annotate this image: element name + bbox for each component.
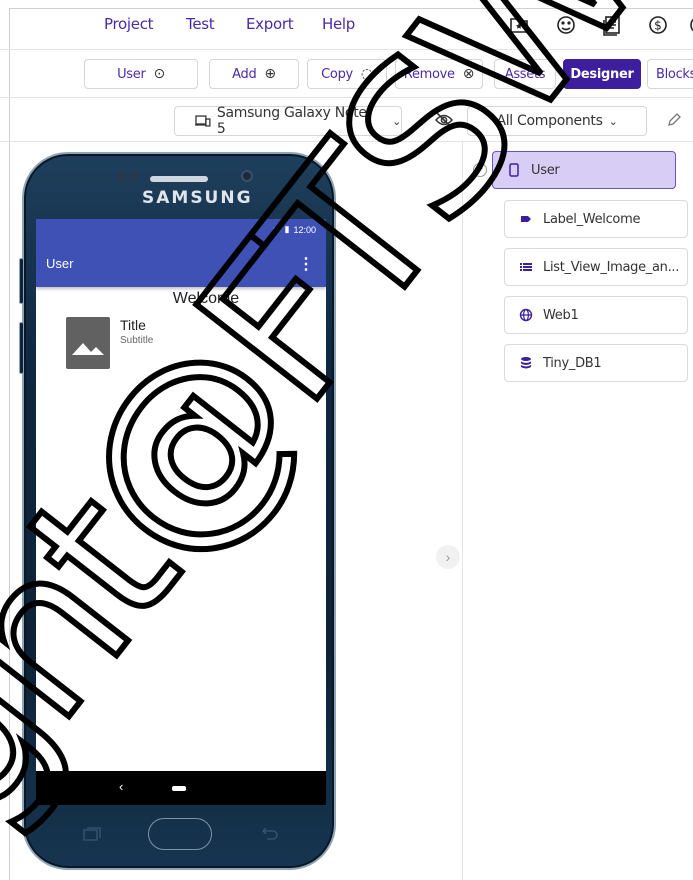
device-select-value: Samsung Galaxy Note 5: [216, 105, 367, 137]
phone-brand: SAMSUNG: [142, 188, 253, 208]
copy-screen-label: Copy: [321, 66, 353, 82]
tree-node-list-view[interactable]: List_View_Image_an...: [504, 248, 688, 286]
menu-test[interactable]: Test: [186, 15, 215, 33]
back-key-icon: [262, 827, 278, 840]
eye-off-icon[interactable]: [434, 110, 454, 130]
devices-icon: [195, 115, 211, 127]
volume-button: [19, 258, 24, 304]
copy-icon: ◌: [360, 66, 373, 82]
list-item-subtitle: Subtitle: [120, 335, 154, 346]
tree-node-user[interactable]: User: [492, 151, 676, 189]
label-welcome[interactable]: Welcome: [36, 290, 326, 308]
tree-collapse-icon[interactable]: −: [473, 163, 487, 177]
tree-node-tinydb1[interactable]: Tiny_DB1: [504, 344, 688, 382]
device-bar: Samsung Galaxy Note 5 ⌄ All Components ⌄: [0, 98, 693, 142]
assets-button[interactable]: Assets: [494, 59, 556, 89]
tree-node-label: Tiny_DB1: [543, 355, 602, 371]
tree-node-label: Label_Welcome: [543, 211, 641, 227]
user-screen-button[interactable]: User ⊙: [84, 59, 198, 89]
overflow-menu-icon: ⋮: [298, 255, 314, 273]
remove-screen-label: Remove: [403, 66, 455, 82]
list-item-title: Title: [120, 317, 146, 333]
guide-icon[interactable]: [601, 14, 623, 36]
add-screen-label: Add: [232, 66, 257, 82]
physical-home-button: [148, 818, 212, 850]
chevron-down-icon: ⌄: [608, 114, 618, 128]
label-icon: [521, 216, 531, 222]
menu-bar: Project Test Export Help $: [0, 0, 693, 50]
globe-icon: [519, 308, 533, 322]
svg-text:$: $: [654, 19, 662, 33]
android-nav-bar: ‹: [36, 771, 326, 805]
screen-title: User: [46, 256, 74, 271]
pencil-icon[interactable]: [666, 112, 682, 128]
components-filter-select[interactable]: All Components ⌄: [467, 106, 647, 136]
designer-button[interactable]: Designer: [563, 59, 641, 89]
image-placeholder-icon: [66, 317, 110, 369]
user-screen-label: User: [117, 66, 146, 82]
tree-node-web1[interactable]: Web1: [504, 296, 688, 334]
status-clock: 12:00: [293, 224, 316, 235]
import-folder-icon[interactable]: [508, 14, 530, 36]
menu-project[interactable]: Project: [104, 15, 154, 33]
chevron-down-icon: ⌄: [392, 114, 401, 128]
phone-icon: [509, 163, 519, 177]
tree-node-label: Web1: [543, 307, 579, 323]
app-title-bar: User ⋮: [36, 240, 326, 287]
battery-icon: ▮: [284, 224, 290, 234]
account-icon[interactable]: [688, 14, 693, 36]
tree-node-label: List_View_Image_an...: [543, 259, 680, 275]
speaker-grille: [150, 176, 208, 182]
list-icon: [520, 263, 532, 271]
remove-screen-button[interactable]: Remove ⊗: [395, 59, 483, 89]
volume-button: [19, 322, 24, 374]
plus-circle-icon: ⊕: [264, 66, 276, 82]
front-camera-icon: [241, 170, 253, 182]
tree-node-label: User: [531, 162, 560, 178]
device-select[interactable]: Samsung Galaxy Note 5 ⌄: [174, 105, 402, 137]
panel-divider: [462, 142, 463, 880]
tree-node-label-welcome[interactable]: Label_Welcome: [504, 200, 688, 238]
donate-icon[interactable]: $: [647, 14, 669, 36]
recents-key-icon: [83, 827, 101, 841]
sensor-icon: [130, 172, 138, 180]
chevron-circle-icon: ⊙: [153, 66, 166, 82]
menu-export[interactable]: Export: [246, 15, 294, 33]
chevron-right-icon: ›: [445, 549, 451, 565]
add-screen-button[interactable]: Add ⊕: [209, 59, 299, 89]
database-icon: [521, 357, 531, 369]
menu-help[interactable]: Help: [322, 15, 355, 33]
copy-screen-button[interactable]: Copy ◌: [307, 59, 387, 89]
list-view-item[interactable]: Title Subtitle: [66, 317, 153, 369]
toolbar: User ⊙ Add ⊕ Copy ◌ Remove ⊗ Assets Desi…: [0, 50, 693, 98]
back-nav-icon: ‹: [119, 779, 124, 794]
phone-screen: ▼ ▮ 12:00 User ⋮ Welcome Title Subtitle: [36, 219, 326, 771]
sensor-icon: [118, 172, 126, 180]
collapse-panel-button[interactable]: ›: [436, 545, 460, 569]
status-bar: ▼ ▮ 12:00: [36, 219, 326, 240]
components-filter-value: All Components: [496, 113, 603, 129]
gallery-icon[interactable]: [555, 14, 577, 36]
blocks-button[interactable]: Blocks: [647, 59, 693, 89]
wifi-icon: ▼: [271, 224, 281, 235]
close-circle-icon: ⊗: [462, 66, 475, 82]
home-nav-icon: [172, 786, 186, 791]
